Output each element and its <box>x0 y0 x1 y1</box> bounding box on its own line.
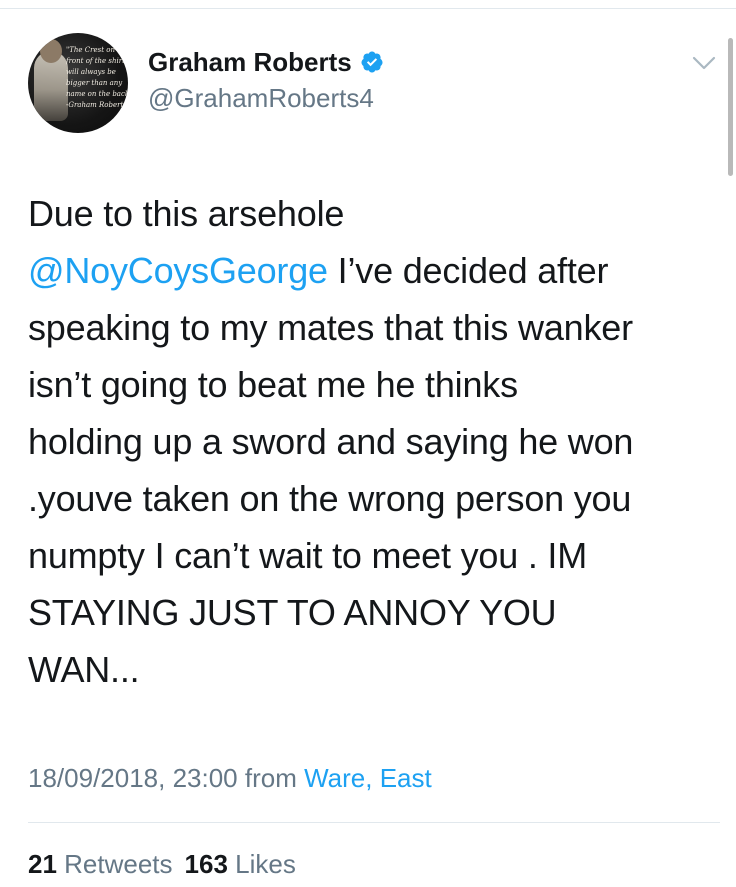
display-name[interactable]: Graham Roberts <box>148 45 352 79</box>
user-handle[interactable]: @GrahamRoberts4 <box>148 81 384 115</box>
tweet-metadata: 18/09/2018, 23:00 from Ware, East <box>28 763 432 794</box>
tweet-line: numpty I can’t wait to meet you . IM <box>28 535 588 576</box>
chevron-down-icon[interactable] <box>690 53 718 73</box>
retweets-label: Retweets <box>56 849 173 879</box>
avatar-head <box>40 39 62 63</box>
tweet-line: @NoyCoysGeorge I’ve decided after <box>28 250 609 291</box>
user-name-block[interactable]: Graham Roberts @GrahamRoberts4 <box>148 45 384 115</box>
from-label: from <box>237 763 305 793</box>
tweet-line: STAYING JUST TO ANNOY YOU <box>28 592 557 633</box>
tweet-line: speaking to my mates that this wanker <box>28 307 633 348</box>
scrollbar[interactable] <box>728 38 733 176</box>
likes-stat[interactable]: 163 Likes <box>185 849 296 879</box>
tweet-line: holding up a sword and saying he won <box>28 421 634 462</box>
likes-count: 163 <box>184 849 228 879</box>
avatar-quote: "The Crest on the front of the shirt wil… <box>66 46 128 109</box>
retweets-stat[interactable]: 21 Retweets <box>28 849 173 879</box>
stats-divider <box>28 822 720 823</box>
tweet-text: Due to this arsehole @NoyCoysGeorge I’ve… <box>28 185 718 698</box>
location-link[interactable]: Ware, East <box>304 763 432 793</box>
tweet-line: .youve taken on the wrong person you <box>28 478 632 519</box>
verified-badge-icon <box>361 51 383 73</box>
display-name-row[interactable]: Graham Roberts <box>148 45 384 79</box>
mention-link[interactable]: @NoyCoysGeorge <box>28 250 328 291</box>
tweet-detail-page: "The Crest on the front of the shirt wil… <box>0 0 736 887</box>
top-divider <box>0 8 736 9</box>
tweet-line: WAN... <box>28 649 140 690</box>
tweet-header: "The Crest on the front of the shirt wil… <box>28 33 718 133</box>
retweets-count: 21 <box>28 849 57 879</box>
likes-label: Likes <box>227 849 296 879</box>
tweet-line: Due to this arsehole <box>28 193 345 234</box>
timestamp[interactable]: 18/09/2018, 23:00 <box>28 763 238 793</box>
tweet-line: isn’t going to beat me he thinks <box>28 364 518 405</box>
avatar[interactable]: "The Crest on the front of the shirt wil… <box>28 33 128 133</box>
engagement-stats: 21 Retweets 163 Likes <box>28 849 296 880</box>
